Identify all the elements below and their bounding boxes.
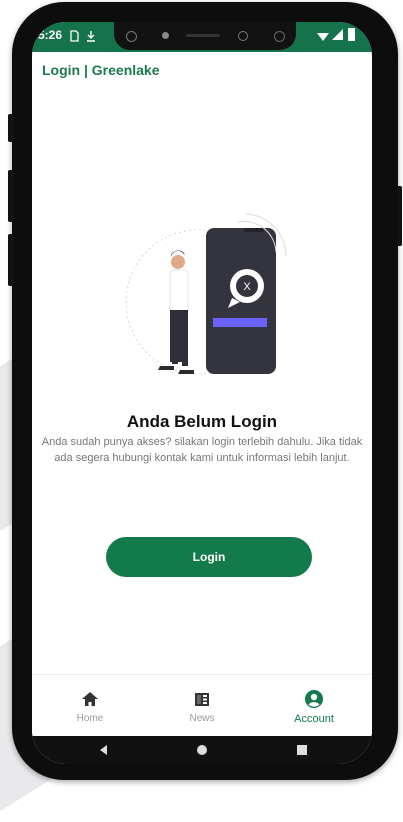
camera-dot: [274, 31, 285, 42]
nav-item-news[interactable]: News: [152, 683, 252, 733]
power-button: [397, 186, 402, 246]
camera-notch: [114, 22, 296, 50]
speaker-grille: [186, 34, 220, 37]
home-button-icon[interactable]: [194, 742, 210, 758]
chat-bubble-letter: X: [243, 281, 251, 293]
bottom-navigation: Home News Account: [32, 674, 372, 737]
page-title: Login | Greenlake: [42, 62, 160, 78]
person-graphic: [158, 250, 194, 374]
volume-button: [8, 234, 13, 286]
phone-screen: 5:26 Login | Greenlake X Anda Belum Logi…: [32, 22, 372, 764]
recents-icon[interactable]: [294, 742, 310, 758]
camera-dot: [162, 32, 169, 39]
status-bar: 5:26: [32, 22, 372, 52]
camera-dot: [126, 31, 137, 42]
nav-item-home[interactable]: Home: [40, 683, 140, 733]
home-icon: [78, 687, 102, 711]
camera-dot: [238, 31, 248, 41]
battery-icon: [348, 27, 355, 46]
empty-state-description: Anda sudah punya akses? silakan login te…: [41, 436, 363, 464]
system-navigation-bar: [32, 736, 372, 764]
wifi-icon: [317, 29, 329, 47]
account-icon: [302, 687, 326, 711]
login-button[interactable]: Login: [106, 537, 312, 577]
empty-state-heading: Anda Belum Login: [126, 412, 278, 431]
nav-label-news: News: [189, 713, 215, 724]
nav-item-account[interactable]: Account: [264, 683, 364, 733]
volume-button: [8, 114, 13, 142]
signal-icon: [331, 28, 343, 46]
sim-icon: [70, 29, 79, 47]
back-icon[interactable]: [96, 742, 112, 758]
nav-label-account: Account: [294, 713, 334, 725]
download-icon: [86, 29, 96, 47]
login-illustration: X: [32, 202, 372, 392]
volume-button: [8, 170, 13, 222]
nav-label-home: Home: [76, 713, 104, 724]
status-time: 5:26: [38, 28, 63, 42]
news-icon: [190, 687, 214, 711]
